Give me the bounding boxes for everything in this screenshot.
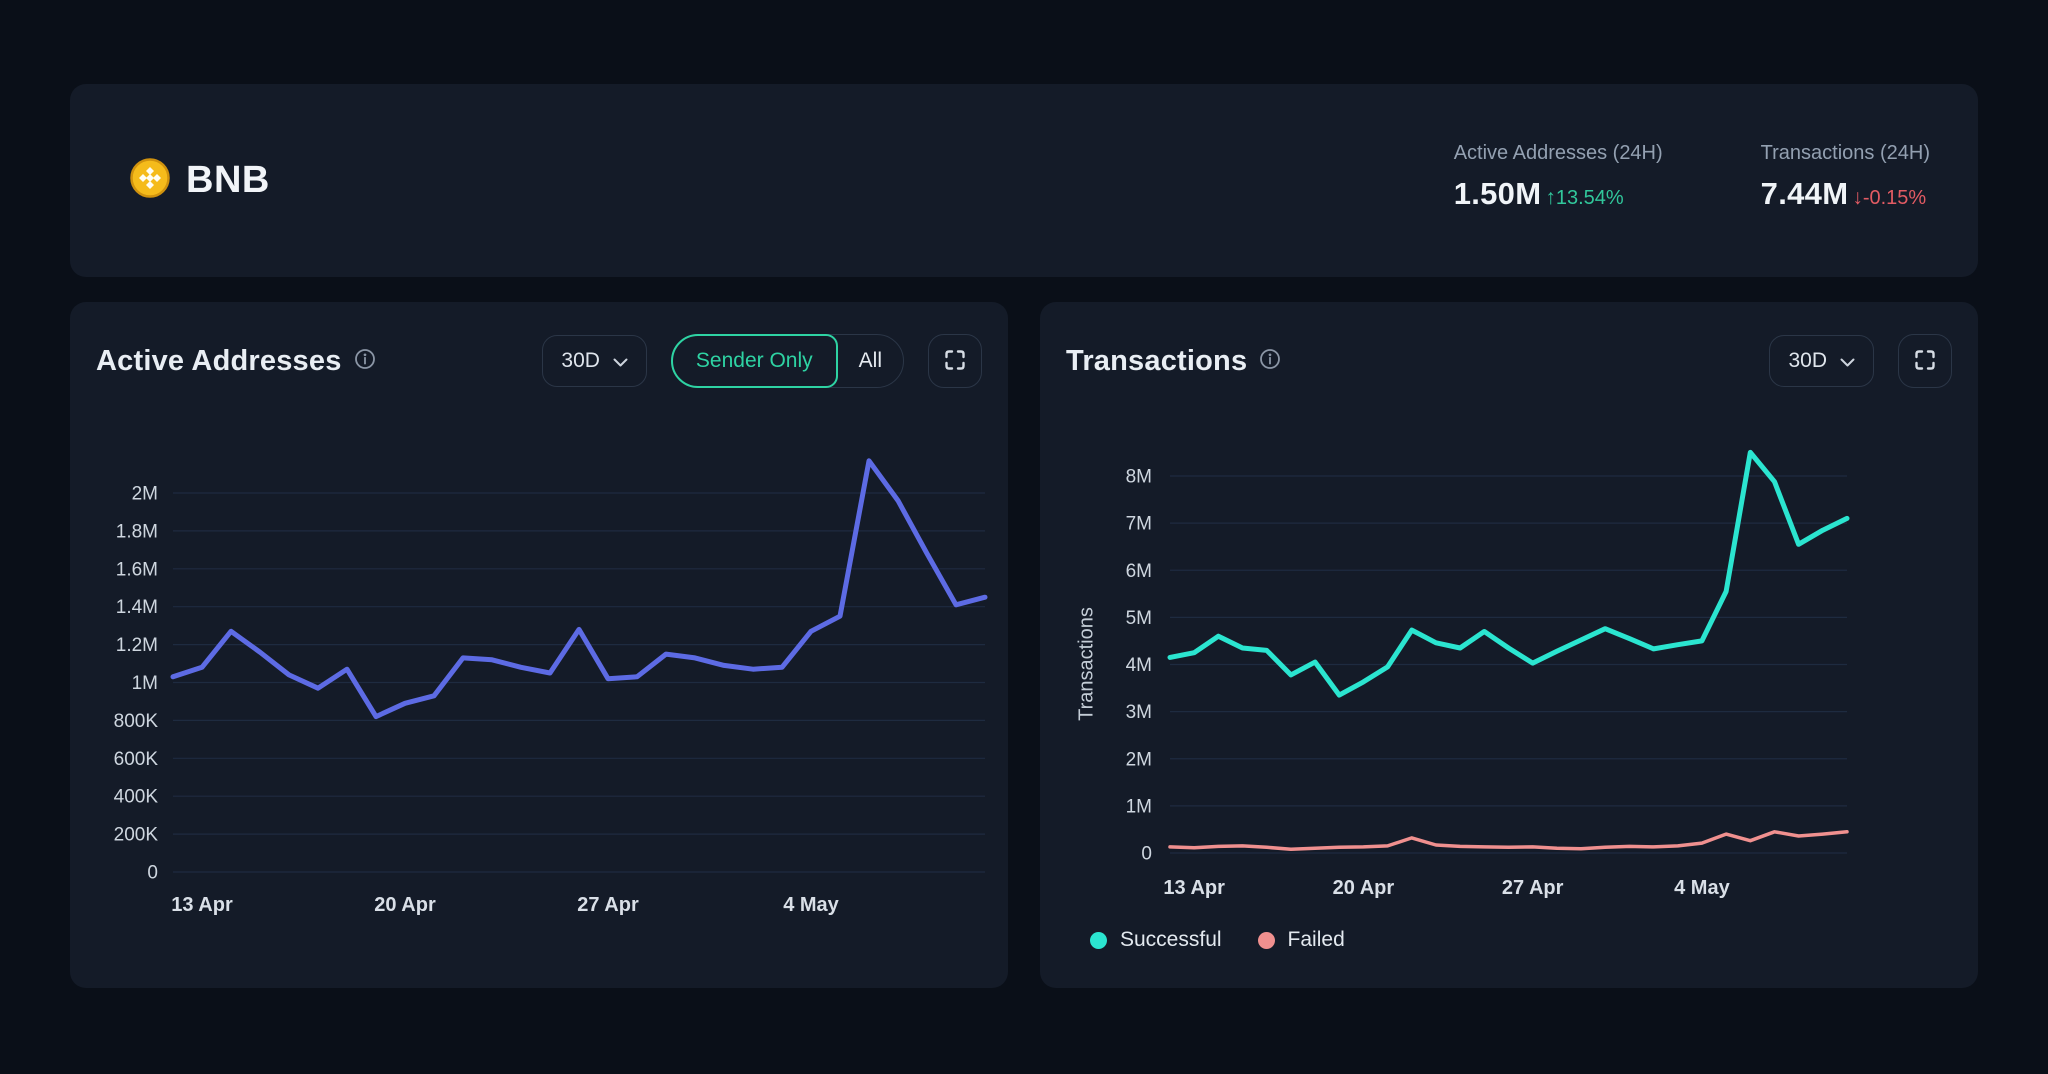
- svg-text:1.8M: 1.8M: [116, 521, 158, 542]
- legend-label: Successful: [1120, 928, 1222, 952]
- svg-text:4M: 4M: [1126, 655, 1152, 676]
- legend-item-successful[interactable]: Successful: [1090, 928, 1222, 952]
- svg-text:800K: 800K: [114, 711, 159, 732]
- svg-text:400K: 400K: [114, 787, 159, 808]
- transactions-card: Transactions 30D: [1040, 302, 1978, 988]
- chevron-down-icon: [1840, 349, 1855, 373]
- svg-text:6M: 6M: [1126, 561, 1152, 582]
- range-dropdown-value: 30D: [561, 349, 600, 373]
- header-stats: Active Addresses (24H) 1.50M ↑13.54% Tra…: [1454, 142, 1930, 212]
- fullscreen-icon: [943, 348, 967, 375]
- active-addresses-chart-plot[interactable]: 0 200K 400K 600K 800K 1M 1.2M 1.4M 1.6M 1.8M 2M 13 …: [70, 302, 1008, 988]
- svg-text:0: 0: [147, 863, 158, 884]
- info-icon[interactable]: [354, 348, 376, 375]
- y-axis-label: Transactions: [1076, 607, 1099, 721]
- range-dropdown[interactable]: 30D: [542, 335, 647, 387]
- successful-legend-dot: [1090, 932, 1107, 949]
- svg-text:13 Apr: 13 Apr: [1163, 877, 1225, 899]
- range-dropdown-value: 30D: [1788, 349, 1827, 373]
- svg-text:0: 0: [1141, 844, 1152, 865]
- svg-text:20 Apr: 20 Apr: [374, 894, 436, 916]
- chart-legend: Successful Failed: [1090, 928, 1345, 952]
- svg-text:1M: 1M: [132, 673, 158, 694]
- svg-text:1.2M: 1.2M: [116, 635, 158, 656]
- chevron-down-icon: [613, 349, 628, 373]
- transactions-title: Transactions: [1066, 345, 1247, 378]
- svg-text:2M: 2M: [132, 484, 158, 505]
- stat-transactions-24h: Transactions (24H) 7.44M ↓-0.15%: [1761, 142, 1930, 212]
- delta-percent: -0.15%: [1863, 187, 1926, 210]
- address-type-toggle: Sender Only All: [671, 334, 904, 388]
- bnb-coin-icon: [130, 158, 170, 203]
- stat-active-addresses-24h: Active Addresses (24H) 1.50M ↑13.54%: [1454, 142, 1663, 212]
- svg-text:1.6M: 1.6M: [116, 559, 158, 580]
- failed-legend-dot: [1258, 932, 1275, 949]
- svg-text:13 Apr: 13 Apr: [171, 894, 233, 916]
- transactions-chart-plot[interactable]: 0 1M 2M 3M 4M 5M 6M 7M 8M 13 Apr 20 Apr 27 Apr 4 May: [1040, 302, 1978, 988]
- svg-text:200K: 200K: [114, 825, 159, 846]
- legend-label: Failed: [1288, 928, 1345, 952]
- range-dropdown[interactable]: 30D: [1769, 335, 1874, 387]
- svg-text:2M: 2M: [1126, 749, 1152, 770]
- toggle-option-all[interactable]: All: [838, 335, 903, 387]
- toggle-option-sender-only[interactable]: Sender Only: [671, 334, 838, 388]
- svg-text:4 May: 4 May: [1674, 877, 1730, 899]
- active-addresses-card: Active Addresses 30D Sender Only: [70, 302, 1008, 988]
- coin-identity: BNB: [130, 84, 270, 277]
- svg-text:1.4M: 1.4M: [116, 597, 158, 618]
- svg-text:20 Apr: 20 Apr: [1333, 877, 1395, 899]
- coin-header-card: BNB Active Addresses (24H) 1.50M ↑13.54%…: [70, 84, 1978, 277]
- fullscreen-button[interactable]: [1898, 334, 1952, 388]
- svg-text:8M: 8M: [1126, 467, 1152, 488]
- svg-text:3M: 3M: [1126, 702, 1152, 723]
- info-icon[interactable]: [1259, 348, 1281, 375]
- stat-value: 1.50M: [1454, 176, 1542, 212]
- stat-delta-down: ↓-0.15%: [1852, 186, 1926, 210]
- svg-text:27 Apr: 27 Apr: [577, 894, 639, 916]
- stat-label: Active Addresses (24H): [1454, 142, 1663, 165]
- svg-text:5M: 5M: [1126, 608, 1152, 629]
- legend-item-failed[interactable]: Failed: [1258, 928, 1345, 952]
- fullscreen-icon: [1913, 348, 1937, 375]
- svg-text:7M: 7M: [1126, 514, 1152, 535]
- up-arrow-icon: ↑: [1545, 186, 1556, 210]
- active-addresses-title: Active Addresses: [96, 345, 342, 378]
- svg-text:1M: 1M: [1126, 796, 1152, 817]
- stat-label: Transactions (24H): [1761, 142, 1930, 165]
- coin-name: BNB: [186, 159, 270, 202]
- fullscreen-button[interactable]: [928, 334, 982, 388]
- delta-percent: 13.54%: [1556, 187, 1624, 210]
- svg-text:4 May: 4 May: [783, 894, 839, 916]
- svg-text:600K: 600K: [114, 749, 159, 770]
- stat-delta-up: ↑13.54%: [1545, 186, 1623, 210]
- svg-text:27 Apr: 27 Apr: [1502, 877, 1564, 899]
- down-arrow-icon: ↓: [1852, 186, 1863, 210]
- stat-value: 7.44M: [1761, 176, 1849, 212]
